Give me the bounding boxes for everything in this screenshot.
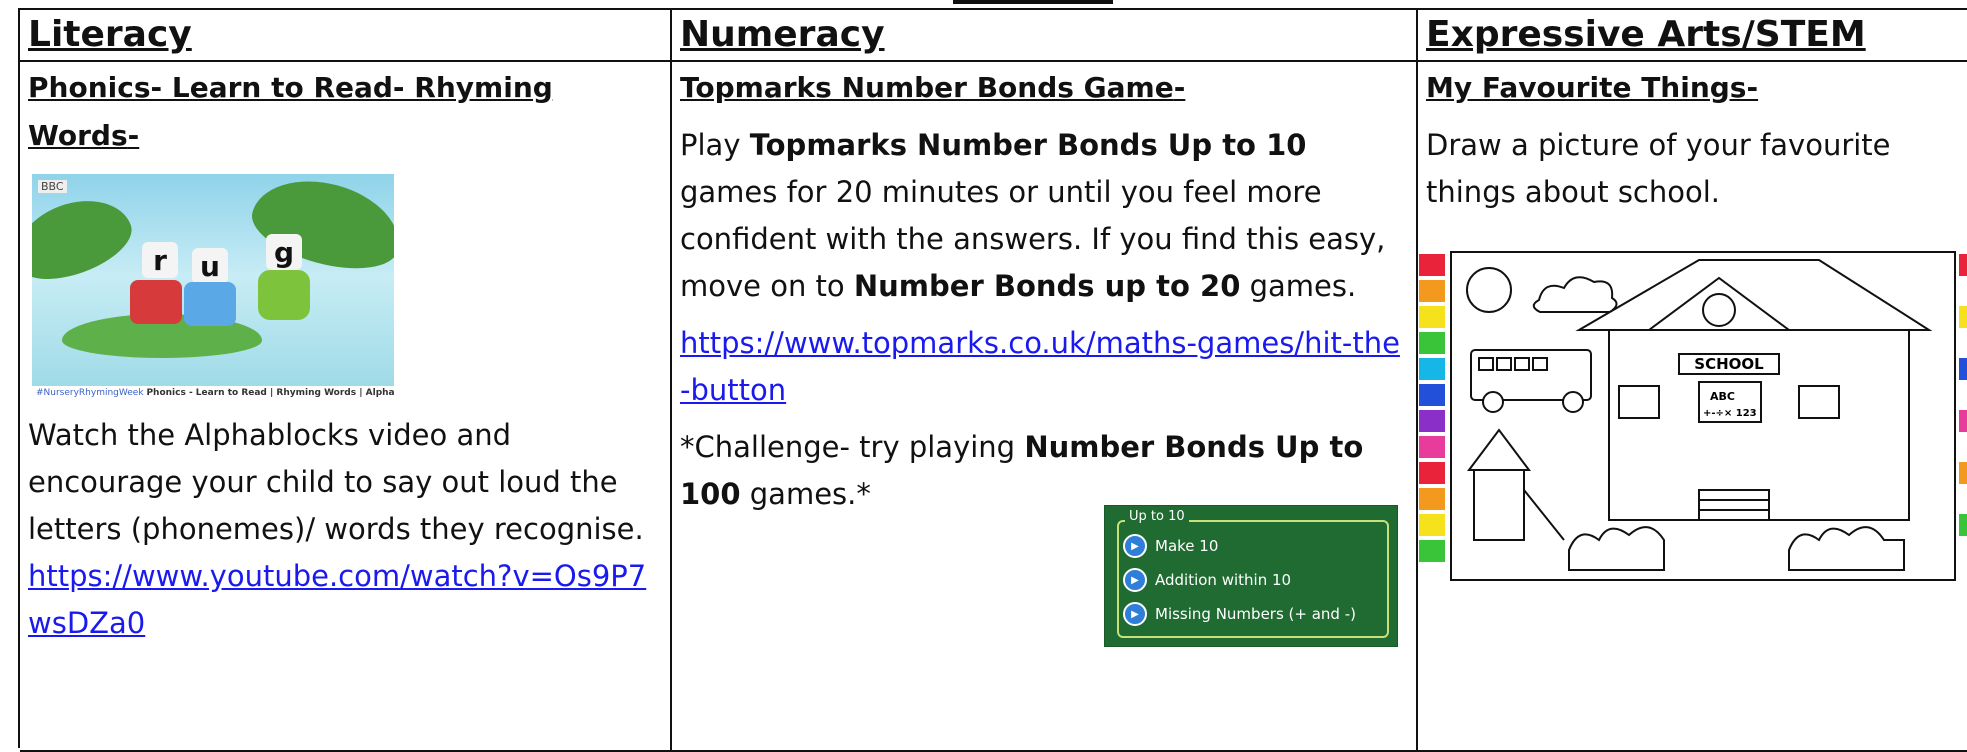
- game-option-addition[interactable]: ▶ Addition within 10: [1123, 568, 1291, 592]
- video-caption: #NurseryRhymingWeek Phonics - Learn to R…: [32, 386, 394, 400]
- clock-icon: [1702, 293, 1736, 327]
- play-icon: ▶: [1123, 534, 1147, 558]
- literacy-subheading: Phonics- Learn to Read- Rhyming Words-: [28, 71, 553, 152]
- blue-character: [184, 282, 236, 326]
- school-building-icon: SCHOOL ABC +-÷× 123: [1575, 259, 1933, 521]
- board-text-1: ABC: [1710, 390, 1735, 403]
- leaf-shape: [32, 185, 141, 293]
- arts-instructions: Draw a picture of your favourite things …: [1426, 128, 1891, 209]
- title-underline-fragment: [953, 0, 1113, 4]
- crayons-left-icon: [1419, 254, 1445, 562]
- numeracy-cell: Topmarks Number Bonds Game- Play Topmark…: [672, 62, 1418, 752]
- crayons-right-icon: [1959, 254, 1967, 536]
- literacy-heading: Literacy: [20, 10, 672, 62]
- game-option-make-10[interactable]: ▶ Make 10: [1123, 534, 1218, 558]
- school-colouring-illustration: SCHOOL ABC +-÷× 123: [1419, 251, 1967, 581]
- bbc-logo: BBC: [38, 180, 67, 193]
- numeracy-heading: Numeracy: [672, 10, 1418, 62]
- green-character: [258, 270, 310, 320]
- literacy-cell: Phonics- Learn to Read- Rhyming Words- B…: [20, 62, 672, 752]
- topmarks-link[interactable]: https://www.topmarks.co.uk/maths-games/h…: [680, 320, 1408, 414]
- red-character: [130, 280, 182, 324]
- arts-heading: Expressive Arts/STEM: [1418, 10, 1967, 62]
- game-legend: Up to 10: [1125, 509, 1189, 524]
- school-sign: SCHOOL: [1694, 355, 1764, 373]
- numeracy-challenge: *Challenge- try playing Number Bonds Up …: [680, 430, 1364, 511]
- play-icon: ▶: [1123, 602, 1147, 626]
- play-icon: ▶: [1123, 568, 1147, 592]
- game-option-missing-numbers[interactable]: ▶ Missing Numbers (+ and -): [1123, 602, 1356, 626]
- arts-subheading: My Favourite Things-: [1426, 71, 1759, 104]
- letter-block: u: [192, 248, 228, 284]
- letter-block: r: [142, 242, 178, 278]
- numeracy-instructions: Play Topmarks Number Bonds Up to 10 game…: [680, 128, 1386, 303]
- numeracy-subheading: Topmarks Number Bonds Game-: [680, 71, 1186, 104]
- topmarks-game-screenshot: Up to 10 ▶ Make 10 ▶ Addition within 10 ▶ M…: [1104, 505, 1398, 647]
- alphablocks-video-thumbnail[interactable]: BBC r u g #NurseryRhymingWeek Phonics - …: [32, 174, 394, 400]
- youtube-link[interactable]: https://www.youtube.com/watch?v=Os9P7wsD…: [28, 553, 662, 647]
- literacy-instructions: Watch the Alphablocks video and encourag…: [28, 418, 644, 546]
- letter-block: g: [266, 234, 302, 270]
- board-text-2: +-÷× 123: [1703, 408, 1757, 419]
